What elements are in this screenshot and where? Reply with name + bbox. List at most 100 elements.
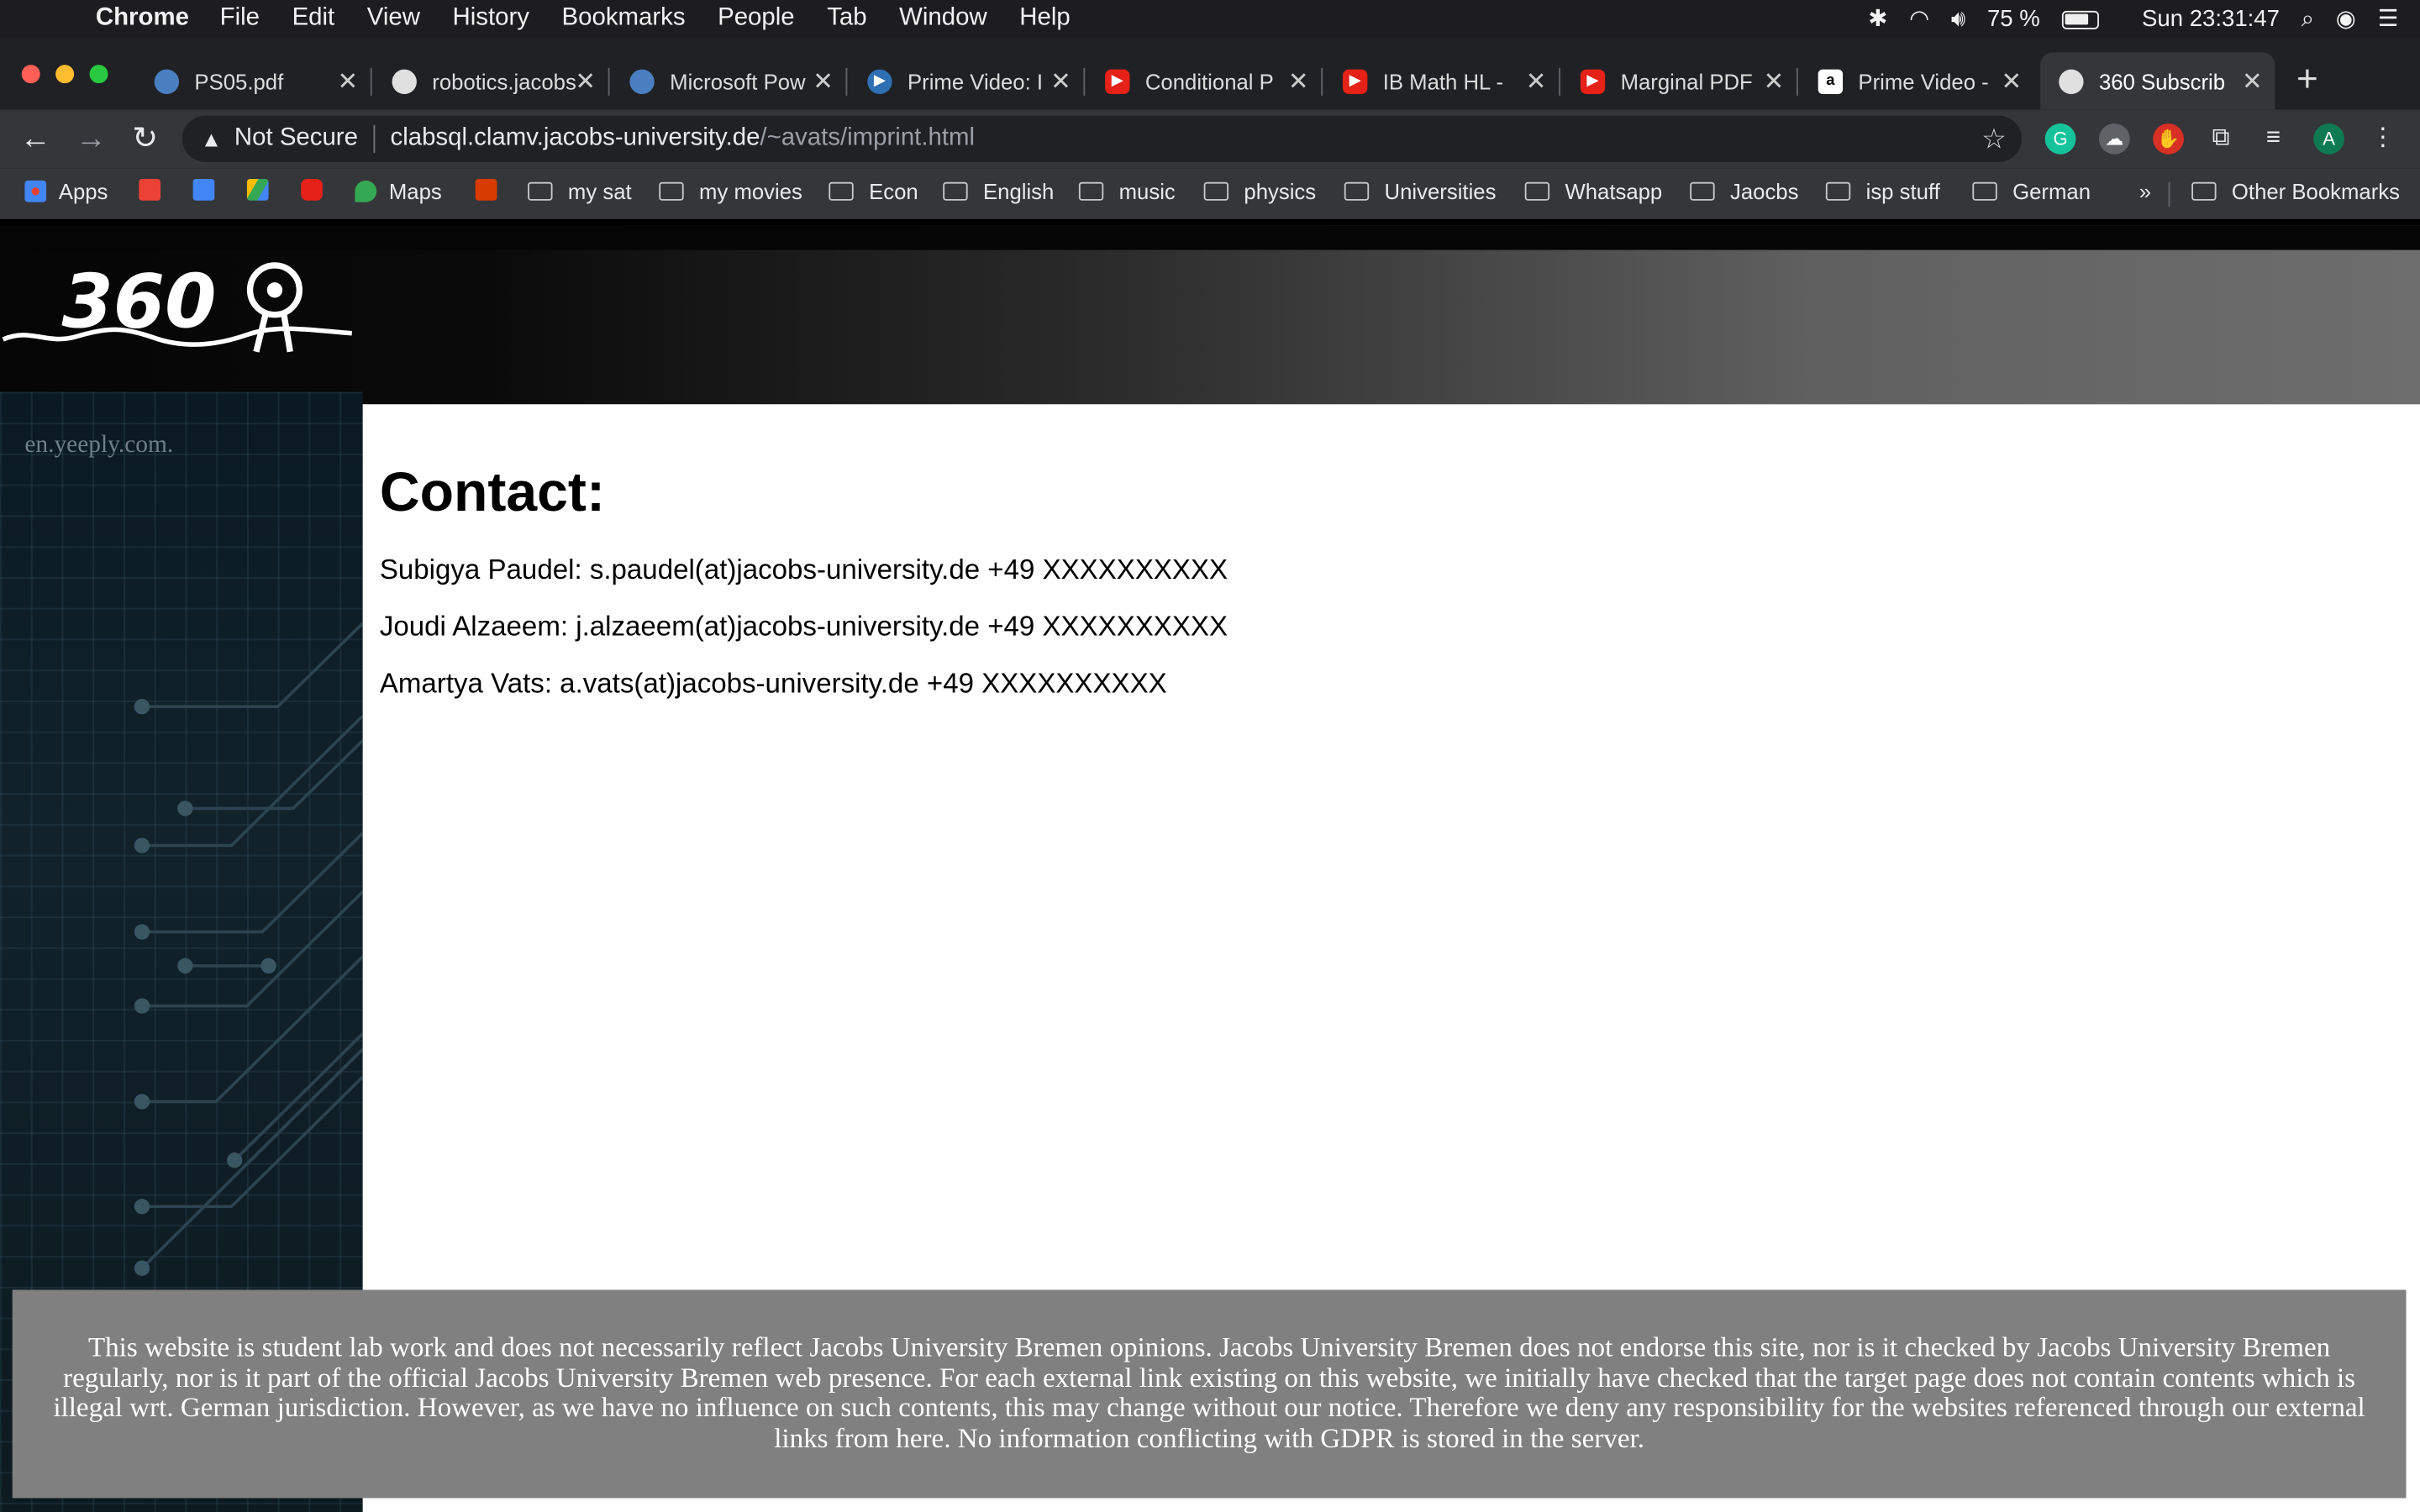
- tab-ps05[interactable]: PS05.pdf ✕: [139, 52, 371, 109]
- bookmark-folder-music[interactable]: music: [1078, 179, 1176, 203]
- close-icon[interactable]: ✕: [2242, 66, 2263, 97]
- tab-ib-math[interactable]: ▶ IB Math HL - ✕: [1328, 52, 1560, 109]
- window-close-button[interactable]: [21, 65, 40, 84]
- docs-icon: [192, 179, 215, 201]
- close-icon[interactable]: ✕: [575, 66, 596, 97]
- maps-pin-icon: [355, 180, 377, 202]
- url-path[interactable]: /~avats/imprint.html: [760, 125, 975, 153]
- menu-bookmarks[interactable]: Bookmarks: [562, 5, 686, 33]
- bookmark-folder-physics[interactable]: physics: [1203, 179, 1316, 203]
- chrome-menu-icon[interactable]: ⋮: [2368, 123, 2399, 155]
- battery-icon[interactable]: [2061, 5, 2121, 31]
- window-minimize-button[interactable]: [55, 65, 75, 84]
- bookmark-label: Other Bookmarks: [2231, 179, 2401, 204]
- logo-figure-legs: [253, 313, 293, 353]
- menu-app-name[interactable]: Chrome: [96, 5, 189, 33]
- bookmark-youtube[interactable]: [301, 179, 334, 201]
- menu-history[interactable]: History: [453, 5, 529, 33]
- bookmark-docs[interactable]: [192, 179, 227, 201]
- tab-title: Prime Video: I: [908, 68, 1044, 94]
- bookmark-folder-econ[interactable]: Econ: [829, 179, 918, 203]
- close-icon[interactable]: ✕: [1288, 66, 1309, 97]
- bookmark-label: Econ: [869, 179, 918, 204]
- url-host[interactable]: clabsql.clamv.jacobs-university.de: [391, 125, 760, 153]
- menu-window[interactable]: Window: [899, 5, 987, 33]
- menu-tab[interactable]: Tab: [827, 5, 866, 33]
- media-queue-icon[interactable]: ≡: [2258, 123, 2289, 155]
- page-title: Contact:: [379, 459, 605, 523]
- extension-cloud-icon[interactable]: ☁: [2098, 123, 2130, 155]
- close-icon[interactable]: ✕: [2001, 66, 2022, 97]
- bookmark-star-icon[interactable]: ☆: [1981, 123, 2007, 155]
- tab-robotics[interactable]: robotics.jacobs ✕: [376, 52, 608, 109]
- bookmark-folder-isp-stuff[interactable]: isp stuff: [1825, 179, 1940, 203]
- bookmark-apps[interactable]: Apps: [24, 179, 108, 203]
- reload-button[interactable]: ↻: [125, 118, 166, 159]
- tab-title: IB Math HL -: [1382, 68, 1504, 94]
- logo-eye-pupil: [266, 282, 283, 298]
- browser-toolbar: ← → ↻ ▲ Not Secure clabsql.clamv.jacobs-…: [0, 109, 2420, 169]
- siri-icon[interactable]: ◉: [2336, 5, 2356, 32]
- youtube-icon: ▶: [1580, 68, 1606, 94]
- close-icon[interactable]: ✕: [1764, 66, 1785, 97]
- notification-center-icon[interactable]: ☰: [2378, 5, 2399, 32]
- close-icon[interactable]: ✕: [337, 66, 358, 97]
- back-button[interactable]: ←: [15, 118, 55, 159]
- web-page: 360 en.yeeply.com. Contact: Subigya Paud…: [0, 225, 2420, 1512]
- close-icon[interactable]: ✕: [1526, 66, 1547, 97]
- window-zoom-button[interactable]: [89, 65, 108, 84]
- address-bar[interactable]: ▲ Not Secure clabsql.clamv.jacobs-univer…: [182, 115, 2023, 162]
- youtube-icon: ▶: [1342, 68, 1368, 94]
- forward-button[interactable]: →: [71, 118, 111, 159]
- extensions-puzzle-icon[interactable]: ⧉: [2206, 123, 2237, 155]
- tab-marginal-pdf[interactable]: ▶ Marginal PDF ✕: [1565, 52, 1797, 109]
- tab-title: Prime Video -: [1858, 68, 1989, 94]
- close-icon[interactable]: ✕: [1050, 66, 1071, 97]
- office-icon: [475, 179, 497, 201]
- bookmark-folder-whatsapp[interactable]: Whatsapp: [1524, 179, 1662, 203]
- wifi-icon[interactable]: ◠: [1909, 5, 1929, 32]
- tab-strip: PS05.pdf ✕ robotics.jacobs ✕ Microsoft P…: [0, 37, 2420, 110]
- spotlight-search-icon[interactable]: ⌕: [2302, 5, 2314, 31]
- bookmarks-overflow-button[interactable]: »: [2139, 179, 2151, 203]
- new-tab-button[interactable]: +: [2296, 59, 2318, 102]
- bookmark-folder-german[interactable]: German: [1972, 179, 2091, 203]
- tab-prime-video-1[interactable]: ▶ Prime Video: I ✕: [852, 52, 1084, 109]
- bookmark-other-bookmarks[interactable]: Other Bookmarks: [2191, 179, 2400, 203]
- status-area: ✱ ◠ 🔊︎ 75 % Sun 23:31:47 ⌕ ◉ ☰: [1868, 0, 2420, 37]
- tab-prime-video-2[interactable]: a Prime Video - ✕: [1802, 52, 2034, 109]
- bluetooth-icon[interactable]: ✱: [1868, 5, 1887, 32]
- menu-edit[interactable]: Edit: [292, 5, 335, 33]
- gmail-icon: [139, 179, 161, 201]
- menu-file[interactable]: File: [220, 5, 260, 33]
- bookmark-folder-english[interactable]: English: [943, 179, 1054, 203]
- folder-icon: [1344, 181, 1370, 201]
- bookmark-folder-jaocbs[interactable]: Jaocbs: [1690, 179, 1798, 203]
- tab-title: robotics.jacobs: [432, 68, 576, 94]
- profile-avatar[interactable]: A: [2313, 123, 2344, 155]
- volume-icon[interactable]: 🔊︎: [1951, 5, 1965, 31]
- security-label[interactable]: Not Secure: [234, 125, 358, 153]
- drive-icon: [154, 68, 180, 94]
- menu-help[interactable]: Help: [1019, 5, 1070, 33]
- tab-conditional[interactable]: ▶ Conditional P ✕: [1090, 52, 1322, 109]
- bookmark-maps[interactable]: Maps: [355, 179, 442, 203]
- bookmark-folder-universities[interactable]: Universities: [1344, 179, 1496, 203]
- site-logo[interactable]: 360: [0, 250, 358, 392]
- bookmark-gmail[interactable]: [139, 179, 172, 201]
- bookmark-folder-my-movies[interactable]: my movies: [659, 179, 802, 203]
- bookmark-drive[interactable]: [246, 179, 281, 201]
- bookmark-office[interactable]: [475, 179, 509, 201]
- menu-people[interactable]: People: [718, 5, 795, 33]
- tab-microsoft[interactable]: Microsoft Pow ✕: [614, 52, 846, 109]
- youtube-icon: [301, 179, 323, 201]
- close-icon[interactable]: ✕: [813, 66, 834, 97]
- bookmark-label: Apps: [58, 179, 108, 204]
- warning-icon[interactable]: ▲: [201, 127, 222, 151]
- tab-360-active[interactable]: 360 Subscrib ✕: [2040, 52, 2275, 110]
- bookmark-folder-my-sat[interactable]: my sat: [528, 179, 632, 203]
- clock[interactable]: Sun 23:31:47: [2142, 5, 2280, 31]
- adblock-hand-icon[interactable]: ✋: [2153, 123, 2184, 155]
- menu-view[interactable]: View: [367, 5, 420, 33]
- grammarly-icon[interactable]: G: [2044, 123, 2076, 155]
